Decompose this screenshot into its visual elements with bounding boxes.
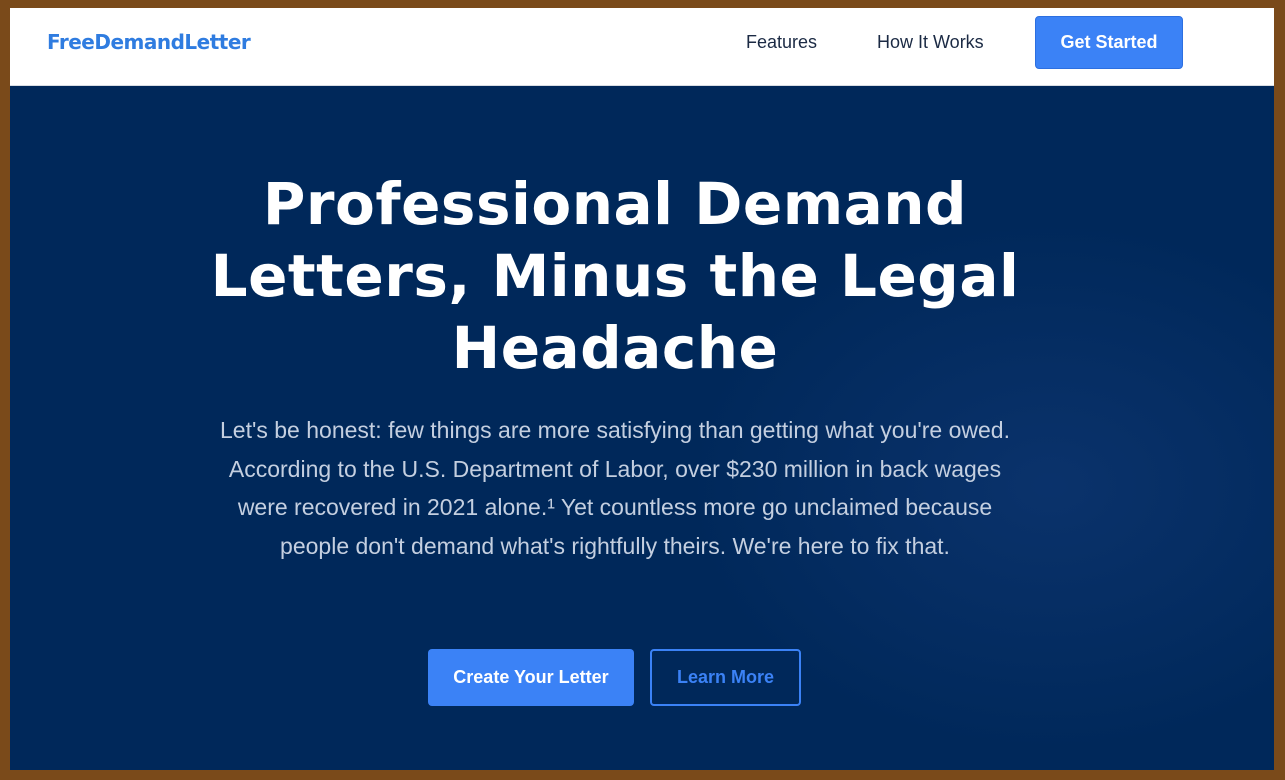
hero-title: Professional Demand Letters, Minus the L… <box>210 170 1020 382</box>
get-started-button[interactable]: Get Started <box>1035 16 1183 69</box>
create-letter-button[interactable]: Create Your Letter <box>428 649 634 706</box>
hero-description: Let's be honest: few things are more sat… <box>220 417 1010 559</box>
nav-link-features[interactable]: Features <box>746 32 817 53</box>
learn-more-button[interactable]: Learn More <box>650 649 801 706</box>
browser-viewport: FreeDemandLetter Features How It Works G… <box>10 8 1274 770</box>
nav-link-how-it-works[interactable]: How It Works <box>877 32 984 53</box>
navbar: FreeDemandLetter Features How It Works G… <box>10 8 1274 86</box>
hero-section: Professional Demand Letters, Minus the L… <box>10 86 1274 770</box>
site-logo[interactable]: FreeDemandLetter <box>47 30 251 54</box>
